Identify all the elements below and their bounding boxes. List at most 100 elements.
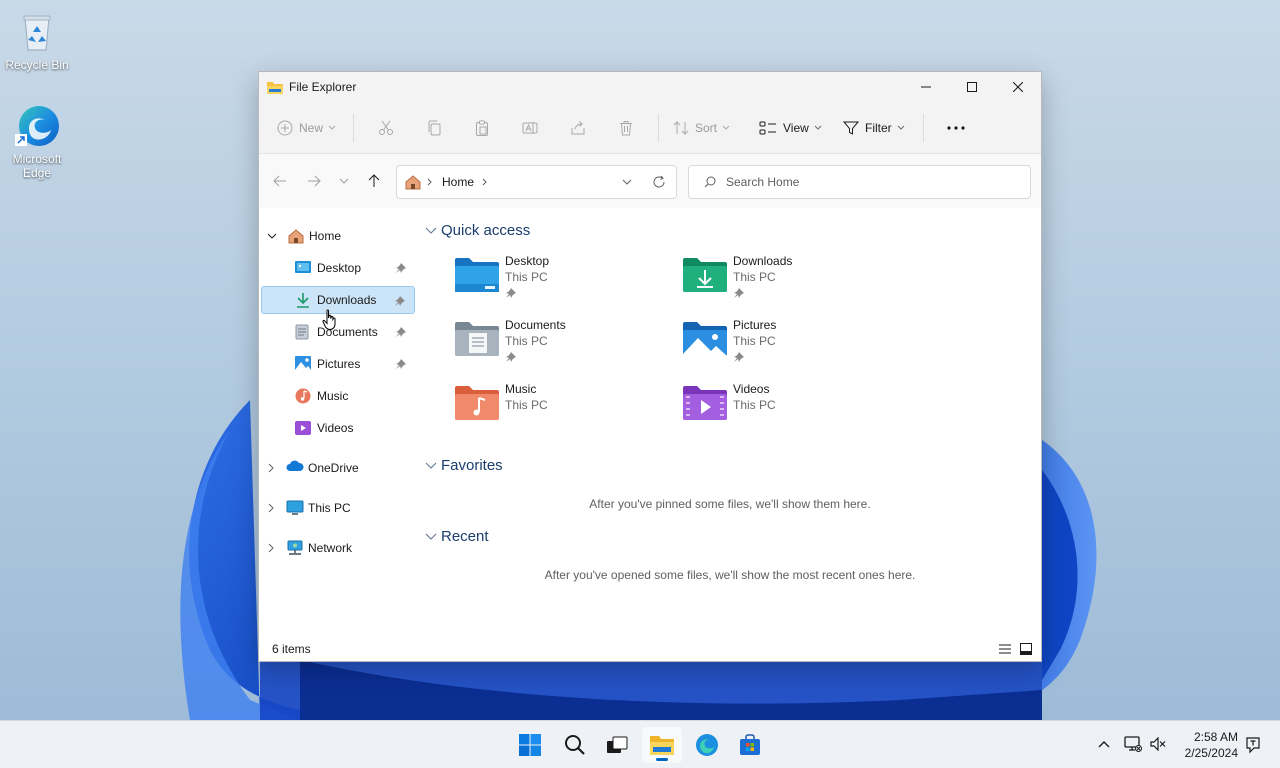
quick-access-item-desktop[interactable]: Desktop This PC xyxy=(455,254,675,306)
sidebar-item-onedrive[interactable]: OneDrive xyxy=(268,454,418,482)
title-bar[interactable]: File Explorer xyxy=(259,72,1041,102)
search-placeholder: Search Home xyxy=(726,175,800,189)
sidebar-item-label: OneDrive xyxy=(308,461,359,475)
paste-button[interactable] xyxy=(458,112,506,144)
quick-access-header[interactable]: Quick access xyxy=(425,222,530,239)
chevron-down-icon[interactable] xyxy=(622,179,632,185)
share-button[interactable] xyxy=(554,112,602,144)
view-list-icon xyxy=(759,121,776,134)
minimize-button[interactable] xyxy=(903,72,949,102)
sort-button[interactable]: Sort xyxy=(667,112,747,144)
chevron-right-icon xyxy=(268,463,274,473)
more-options-button[interactable] xyxy=(932,112,980,144)
new-button[interactable]: New xyxy=(277,112,345,144)
sidebar-item-documents[interactable]: Documents xyxy=(261,318,415,346)
taskbar-search-button[interactable] xyxy=(555,727,595,763)
maximize-icon xyxy=(967,82,977,92)
refresh-icon[interactable] xyxy=(652,175,666,189)
chevron-down-icon xyxy=(267,233,277,239)
close-icon xyxy=(1013,82,1023,92)
system-clock[interactable]: 2:58 AM 2/25/2024 xyxy=(1185,729,1238,761)
taskbar-file-explorer[interactable] xyxy=(642,727,682,763)
toolbar-separator xyxy=(923,113,924,142)
file-explorer-window: File Explorer New Sort View Filter Home … xyxy=(258,71,1042,662)
sidebar-item-network[interactable]: Network xyxy=(268,534,418,562)
item-name: Videos xyxy=(733,382,770,396)
new-label: New xyxy=(299,120,324,135)
taskbar-edge[interactable] xyxy=(687,727,727,763)
start-button[interactable] xyxy=(510,727,550,763)
desktop-icon-label: Recycle Bin xyxy=(5,58,69,72)
back-button[interactable] xyxy=(263,166,297,196)
taskbar: 2:58 AM 2/25/2024 xyxy=(0,720,1280,768)
videos-folder-icon xyxy=(683,386,727,420)
breadcrumb-home[interactable]: Home xyxy=(442,175,474,189)
navigation-pane: Home Desktop Downloads Documents Picture… xyxy=(259,218,419,638)
item-location: This PC xyxy=(733,398,776,412)
sidebar-item-home[interactable]: Home xyxy=(267,222,417,250)
quick-access-item-pictures[interactable]: Pictures This PC xyxy=(683,318,903,370)
share-icon xyxy=(571,120,585,134)
favorites-header[interactable]: Favorites xyxy=(425,457,503,474)
notification-icon[interactable] xyxy=(1245,736,1261,754)
sort-icon xyxy=(673,120,689,135)
quick-access-item-downloads[interactable]: Downloads This PC xyxy=(683,254,903,306)
desktop-icon-edge[interactable]: Microsoft Edge xyxy=(1,104,73,180)
rename-icon xyxy=(522,121,538,134)
quick-access-item-videos[interactable]: Videos This PC xyxy=(683,382,903,434)
sidebar-item-desktop[interactable]: Desktop xyxy=(261,254,415,282)
view-button[interactable]: View xyxy=(747,112,837,144)
item-location: This PC xyxy=(505,334,548,348)
tiles-view-icon[interactable] xyxy=(1020,643,1032,655)
address-bar[interactable]: Home xyxy=(396,165,677,199)
sidebar-item-videos[interactable]: Videos xyxy=(261,414,415,442)
forward-button[interactable] xyxy=(297,166,331,196)
copy-icon xyxy=(428,120,441,135)
details-view-icon[interactable] xyxy=(998,643,1012,655)
sidebar-item-label: Network xyxy=(308,541,353,555)
arrow-right-icon xyxy=(308,175,321,187)
filter-button[interactable]: Filter xyxy=(837,112,919,144)
section-title: Favorites xyxy=(441,457,503,474)
recent-header[interactable]: Recent xyxy=(425,528,489,545)
search-icon xyxy=(565,735,585,755)
sidebar-item-this-pc[interactable]: This PC xyxy=(268,494,418,522)
recent-locations-button[interactable] xyxy=(331,166,357,196)
rename-button[interactable] xyxy=(506,112,554,144)
sidebar-item-music[interactable]: Music xyxy=(261,382,415,410)
quick-access-item-documents[interactable]: Documents This PC xyxy=(455,318,675,370)
copy-button[interactable] xyxy=(410,112,458,144)
more-icon xyxy=(947,125,965,130)
document-icon xyxy=(295,324,311,340)
sidebar-item-label: Home xyxy=(309,229,342,243)
desktop-folder-icon xyxy=(455,258,499,292)
active-app-indicator xyxy=(656,758,668,761)
task-view-button[interactable] xyxy=(597,727,637,763)
show-hidden-icons-button[interactable] xyxy=(1098,740,1110,748)
up-button[interactable] xyxy=(357,166,391,196)
pin-icon xyxy=(506,352,516,362)
hand-cursor-icon xyxy=(322,309,336,331)
sidebar-item-pictures[interactable]: Pictures xyxy=(261,350,415,378)
delete-button[interactable] xyxy=(602,112,650,144)
taskbar-microsoft-store[interactable] xyxy=(730,727,770,763)
store-icon xyxy=(740,734,760,755)
quick-access-item-music[interactable]: Music This PC xyxy=(455,382,675,434)
search-box[interactable]: Search Home xyxy=(688,165,1031,199)
cut-button[interactable] xyxy=(362,112,410,144)
network-icon xyxy=(286,540,303,556)
windows-logo-icon xyxy=(519,734,541,756)
maximize-button[interactable] xyxy=(949,72,995,102)
section-title: Quick access xyxy=(441,222,531,239)
pin-icon xyxy=(396,359,406,369)
volume-muted-icon[interactable] xyxy=(1150,737,1166,751)
section-title: Recent xyxy=(441,528,489,545)
scissors-icon xyxy=(379,120,393,135)
sidebar-item-downloads[interactable]: Downloads xyxy=(261,286,415,314)
command-bar: New Sort View Filter xyxy=(259,102,1041,154)
task-view-icon xyxy=(607,736,628,753)
pictures-icon xyxy=(295,356,311,372)
desktop-icon-recycle-bin[interactable]: Recycle Bin xyxy=(1,10,73,72)
close-button[interactable] xyxy=(995,72,1041,102)
network-status-icon[interactable] xyxy=(1124,736,1142,752)
